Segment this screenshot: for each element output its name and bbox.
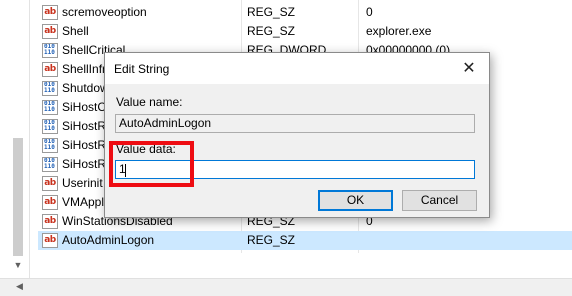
value-name-cell: Shell — [62, 24, 89, 38]
value-data-cell: 0 — [366, 5, 373, 19]
registry-row[interactable]: ab scremoveoption REG_SZ 0 — [38, 3, 572, 22]
value-type-cell: REG_SZ — [247, 24, 296, 38]
vertical-scrollbar[interactable]: ▼ — [0, 0, 30, 278]
string-value-icon: ab — [42, 233, 58, 248]
value-data-cell: explorer.exe — [366, 24, 432, 38]
value-type-cell: REG_SZ — [247, 5, 296, 19]
horizontal-scrollbar[interactable]: ◀ — [0, 278, 572, 296]
red-highlight-box — [109, 141, 194, 187]
binary-value-icon: 010 110 — [42, 43, 58, 58]
value-name-cell: scremoveoption — [62, 5, 147, 19]
edit-string-dialog: Edit String ✕ Value name: AutoAdminLogon… — [104, 52, 490, 218]
binary-value-icon: 010 110 — [42, 81, 58, 96]
string-value-icon: ab — [42, 214, 58, 229]
value-type-cell: REG_SZ — [247, 233, 296, 247]
value-name-field: AutoAdminLogon — [115, 114, 475, 133]
string-value-icon: ab — [42, 5, 58, 20]
dialog-titlebar[interactable]: Edit String ✕ — [105, 53, 489, 84]
dialog-title: Edit String — [114, 62, 170, 76]
binary-value-icon: 010 110 — [42, 100, 58, 115]
value-name-label: Value name: — [116, 95, 183, 109]
string-value-icon: ab — [42, 62, 58, 77]
string-value-icon: ab — [42, 176, 58, 191]
string-value-icon: ab — [42, 24, 58, 39]
scroll-left-arrow-icon[interactable]: ◀ — [16, 281, 23, 292]
cancel-button[interactable]: Cancel — [402, 190, 477, 211]
ok-button[interactable]: OK — [318, 190, 393, 211]
registry-row[interactable]: ab Shell REG_SZ explorer.exe — [38, 22, 572, 41]
binary-value-icon: 010 110 — [42, 138, 58, 153]
binary-value-icon: 010 110 — [42, 119, 58, 134]
registry-row[interactable]: ab AutoAdminLogon REG_SZ — [38, 231, 572, 250]
string-value-icon: ab — [42, 195, 58, 210]
scroll-down-arrow-icon[interactable]: ▼ — [13, 259, 23, 271]
value-name-cell: AutoAdminLogon — [62, 233, 155, 247]
close-icon[interactable]: ✕ — [451, 56, 487, 82]
scrollbar-thumb[interactable] — [13, 138, 23, 256]
binary-value-icon: 010 110 — [42, 157, 58, 172]
